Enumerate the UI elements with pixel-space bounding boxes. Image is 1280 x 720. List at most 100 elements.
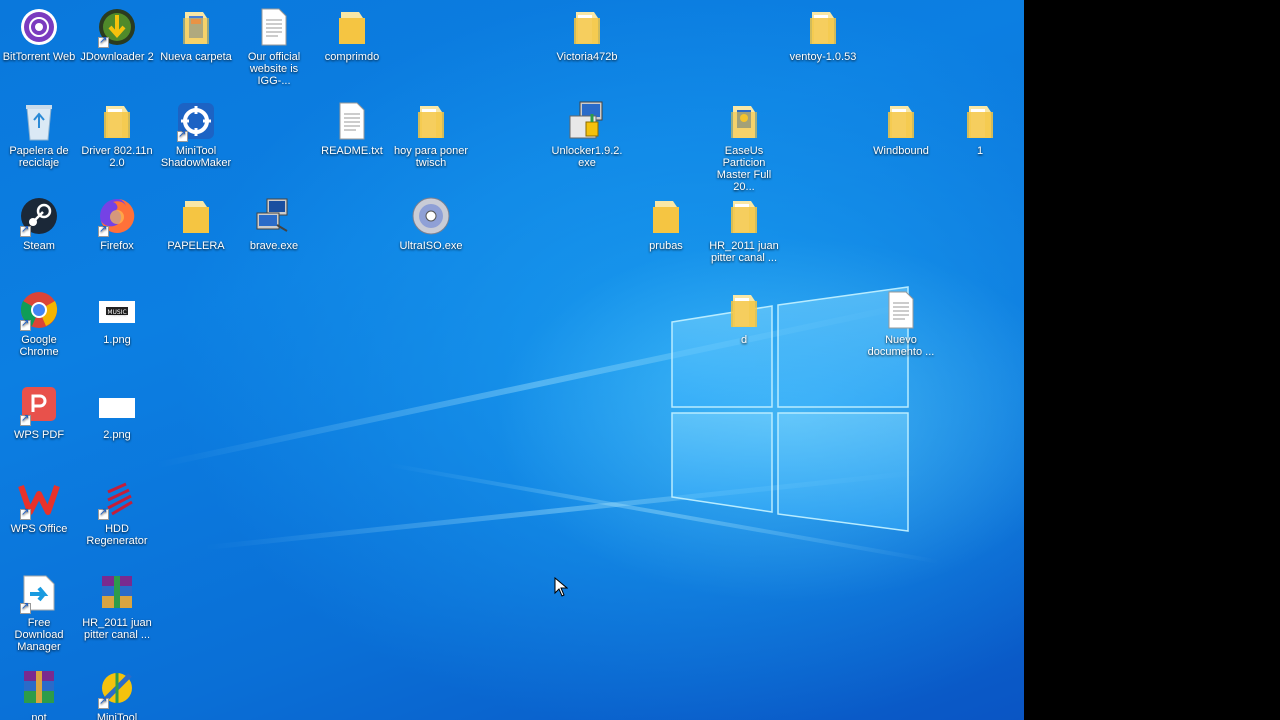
desktop-icon-2-png[interactable]: 2.png	[78, 384, 156, 441]
icon-label: Our official website is IGG-...	[247, 51, 301, 87]
folder-icon	[802, 6, 844, 48]
exe-icon	[253, 195, 295, 237]
desktop-icon-igg-text[interactable]: Our official website is IGG-...	[235, 6, 313, 87]
desktop-icon-unlocker[interactable]: Unlocker1.9.2.exe	[548, 100, 626, 169]
jdownloader-icon	[96, 6, 138, 48]
desktop-icon-nueva-carpeta[interactable]: Nueva carpeta	[157, 6, 235, 63]
icon-label: not funciona.7z	[31, 712, 47, 720]
icon-label: hoy para poner twisch	[394, 145, 468, 169]
icon-label: Firefox	[100, 240, 134, 252]
desktop-icon-d[interactable]: d	[705, 289, 783, 346]
installer-icon	[566, 100, 608, 142]
desktop-icon-1-png[interactable]: MUSIC 1.png	[78, 289, 156, 346]
desktop-icon-easeus[interactable]: EaseUs Particion Master Full 20...	[705, 100, 783, 193]
icon-label: Driver 802.11n 2.0	[81, 145, 153, 169]
text-file-icon	[331, 100, 373, 142]
icon-label: 1	[976, 145, 984, 157]
desktop-icon-not-funciona-7z[interactable]: not funciona.7z	[0, 667, 78, 720]
minitool-shadowmaker-icon	[175, 100, 217, 142]
icon-label: Nueva carpeta	[160, 51, 232, 63]
icon-label: UltraISO.exe	[399, 240, 463, 252]
desktop-icon-hr2011-folder[interactable]: HR_2011 juan pitter canal ...	[705, 195, 783, 264]
desktop-icon-free-download-manager[interactable]: Free Download Manager	[0, 572, 78, 653]
desktop-icon-jdownloader[interactable]: JDownloader 2	[78, 6, 156, 63]
desktop-icon-victoria[interactable]: Victoria472b	[548, 6, 626, 63]
icon-label: 1.png	[103, 334, 131, 346]
desktop-icon-wps-office[interactable]: WPS Office	[0, 478, 78, 535]
mouse-pointer-icon	[554, 577, 568, 597]
folder-icon	[959, 100, 1001, 142]
icon-label: Google Chrome	[19, 334, 59, 358]
fdm-icon	[18, 572, 60, 614]
wps-pdf-icon	[18, 384, 60, 426]
disc-icon	[410, 195, 452, 237]
icon-label: Victoria472b	[556, 51, 618, 63]
icon-label: 2.png	[103, 429, 131, 441]
icon-label: HDD Regenerator	[86, 523, 148, 547]
desktop-icon-windbound[interactable]: Windbound	[862, 100, 940, 157]
desktop-icon-ultraiso[interactable]: UltraISO.exe	[392, 195, 470, 252]
icon-label: HR_2011 juan pitter canal ...	[709, 240, 779, 264]
desktop-icon-hdd-regenerator[interactable]: HDD Regenerator	[78, 478, 156, 547]
black-letterbox	[1024, 0, 1280, 720]
steam-icon	[18, 195, 60, 237]
desktop-icon-comprimdo[interactable]: comprimdo	[313, 6, 391, 63]
icon-label: HR_2011 juan pitter canal ...	[82, 617, 152, 641]
folder-icon	[645, 195, 687, 237]
image-file-icon	[96, 384, 138, 426]
icon-label: WPS Office	[10, 523, 68, 535]
desktop-icon-firefox[interactable]: Firefox	[78, 195, 156, 252]
desktop-icon-papelera-folder[interactable]: PAPELERA	[157, 195, 235, 252]
desktop[interactable]: BitTorrent Web Papelera de reciclaje Ste…	[0, 0, 1024, 720]
desktop-icon-minitool-partition[interactable]: MiniTool Partition	[78, 667, 156, 720]
folder-icon	[880, 100, 922, 142]
icon-label: brave.exe	[249, 240, 299, 252]
folder-icon	[723, 100, 765, 142]
icon-label: Papelera de reciclaje	[9, 145, 69, 169]
desktop-icon-prubas[interactable]: prubas	[627, 195, 705, 252]
folder-icon	[410, 100, 452, 142]
desktop-icon-wps-pdf[interactable]: WPS PDF	[0, 384, 78, 441]
icon-label: Steam	[23, 240, 55, 252]
icon-label: MiniTool Partition	[96, 712, 138, 720]
folder-icon	[723, 289, 765, 331]
icon-label: README.txt	[321, 145, 383, 157]
image-file-icon: MUSIC	[96, 289, 138, 331]
desktop-icon-steam[interactable]: Steam	[0, 195, 78, 252]
icon-label: Windbound	[873, 145, 929, 157]
desktop-icon-recycle-bin[interactable]: Papelera de reciclaje	[0, 100, 78, 169]
bittorrent-icon	[18, 6, 60, 48]
desktop-icon-bittorrent-web[interactable]: BitTorrent Web	[0, 6, 78, 63]
folder-icon	[175, 6, 217, 48]
icon-label: Free Download Manager	[14, 617, 64, 653]
icon-label: MiniTool ShadowMaker	[160, 145, 232, 169]
recycle-bin-icon	[18, 100, 60, 142]
desktop-icon-google-chrome[interactable]: Google Chrome	[0, 289, 78, 358]
desktop-icon-ventoy[interactable]: ventoy-1.0.53	[784, 6, 862, 63]
firefox-icon	[96, 195, 138, 237]
icon-label: Unlocker1.9.2.exe	[551, 145, 623, 169]
desktop-icon-readme[interactable]: README.txt	[313, 100, 391, 157]
minitool-partition-icon	[96, 667, 138, 709]
folder-icon	[175, 195, 217, 237]
desktop-icon-minitool-shadowmaker[interactable]: MiniTool ShadowMaker	[157, 100, 235, 169]
icon-label: WPS PDF	[13, 429, 65, 441]
text-file-icon	[880, 289, 922, 331]
folder-icon	[566, 6, 608, 48]
desktop-icon-hoy-para-poner[interactable]: hoy para poner twisch	[392, 100, 470, 169]
desktop-icon-1-folder[interactable]: 1	[941, 100, 1019, 157]
hdd-regenerator-icon	[96, 478, 138, 520]
folder-icon	[96, 100, 138, 142]
icon-label: EaseUs Particion Master Full 20...	[716, 145, 772, 193]
desktop-icon-driver-folder[interactable]: Driver 802.11n 2.0	[78, 100, 156, 169]
desktop-icon-brave-exe[interactable]: brave.exe	[235, 195, 313, 252]
desktop-icon-hr2011-archive[interactable]: HR_2011 juan pitter canal ...	[78, 572, 156, 641]
folder-icon	[723, 195, 765, 237]
icon-label: JDownloader 2	[80, 51, 154, 63]
svg-text:MUSIC: MUSIC	[107, 309, 126, 316]
desktop-icon-nuevo-documento[interactable]: Nuevo documento ...	[862, 289, 940, 358]
wps-office-icon	[18, 478, 60, 520]
folder-icon	[331, 6, 373, 48]
text-file-icon	[253, 6, 295, 48]
icon-label: BitTorrent Web	[2, 51, 76, 63]
